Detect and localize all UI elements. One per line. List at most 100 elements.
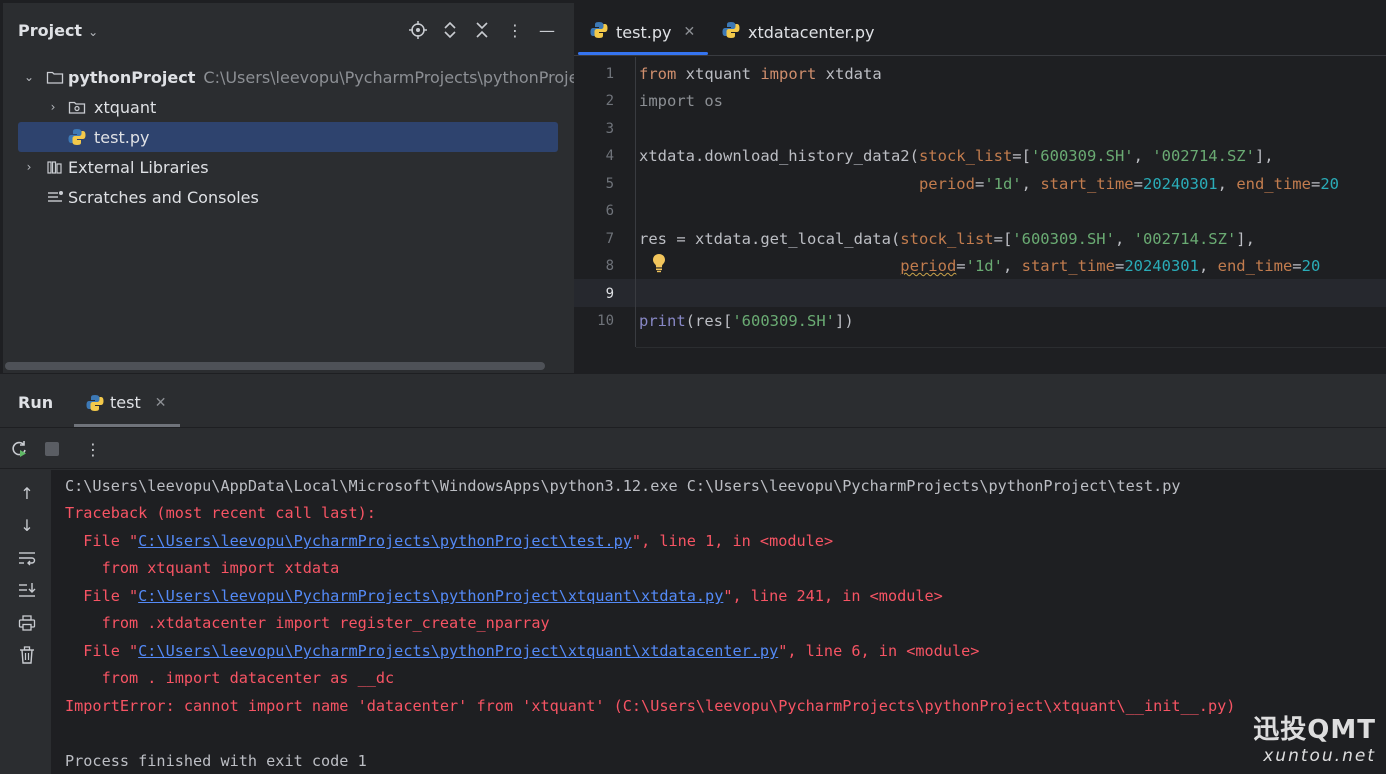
code-token: print: [639, 312, 686, 330]
folder-icon: [46, 68, 64, 86]
line-number-gutter: 1 2 3 4 5 6 7 8 9 10: [574, 57, 636, 347]
tree-item-test-py[interactable]: test.py: [18, 122, 558, 152]
console-frame-2: File "C:\Users\leevopu\PycharmProjects\p…: [65, 587, 943, 605]
close-icon[interactable]: ✕: [683, 24, 695, 40]
code-token: xtdata: [816, 65, 882, 83]
console-code-2: from .xtdatacenter import register_creat…: [65, 614, 550, 632]
code-token: 20240301: [1124, 257, 1199, 275]
code-token: xtquant: [676, 65, 761, 83]
library-icon: [46, 158, 64, 176]
code-token: =: [1292, 257, 1302, 275]
console-output[interactable]: C:\Users\leevopu\AppData\Local\Microsoft…: [52, 470, 1386, 774]
line-number: 7: [605, 231, 614, 247]
code-token: '002714.SZ': [1133, 230, 1237, 248]
locate-file-icon[interactable]: [407, 19, 429, 41]
print-icon[interactable]: [16, 612, 38, 634]
code-token: 20: [1320, 175, 1339, 193]
tab-label: xtdatacenter.py: [748, 22, 875, 42]
code-token: '1d': [965, 257, 1003, 275]
line-number: 9: [605, 286, 614, 302]
code-token: ,: [1002, 257, 1022, 275]
code-line-5[interactable]: period='1d', start_time=20240301, end_ti…: [639, 175, 1339, 193]
code-token: ,: [1114, 230, 1134, 248]
tree-item-scratches[interactable]: Scratches and Consoles: [3, 182, 577, 212]
tab-test-py[interactable]: test.py ✕: [590, 17, 695, 47]
current-line-highlight: [574, 279, 1386, 307]
arrow-down-icon[interactable]: ↓: [16, 514, 38, 536]
editor-tab-bar: test.py ✕ xtdatacenter.py: [574, 3, 1386, 56]
run-tool-window: Run test ✕ ⋮ ↑ ↓ C:\Users\leevopu\AppDat…: [0, 373, 1386, 774]
scroll-to-end-icon[interactable]: [16, 579, 38, 601]
line-number: 10: [597, 313, 614, 329]
console-text: ", line 6, in <module>: [778, 642, 980, 660]
code-token: start_time: [1021, 257, 1115, 275]
code-line-1[interactable]: from xtquant import xtdata: [639, 65, 882, 83]
collapse-all-icon[interactable]: [471, 19, 493, 41]
line-number: 1: [605, 66, 614, 82]
line-number: 6: [605, 203, 614, 219]
code-token: 20: [1301, 257, 1321, 275]
stop-icon[interactable]: [42, 439, 62, 459]
python-file-icon: [68, 128, 86, 146]
project-view-selector[interactable]: Project ⌄: [18, 21, 98, 40]
tab-label: test.py: [616, 22, 672, 42]
code-token: ,: [1217, 175, 1237, 193]
chevron-right-icon[interactable]: ›: [21, 160, 37, 174]
line-number: 3: [605, 121, 614, 137]
tree-item-pythonproject[interactable]: ⌄ pythonProject C:\Users\leevopu\PycharmP…: [3, 62, 577, 92]
code-token: start_time: [1040, 175, 1134, 193]
trash-icon[interactable]: [16, 644, 38, 666]
lightbulb-icon[interactable]: [652, 253, 666, 277]
console-text: File ": [65, 642, 139, 660]
code-token: import: [760, 65, 817, 83]
chevron-right-icon[interactable]: ›: [45, 100, 61, 114]
tree-root-path: C:\Users\leevopu\PycharmProjects\pythonP…: [203, 67, 577, 87]
hide-panel-icon[interactable]: —: [536, 19, 558, 41]
file-link[interactable]: C:\Users\leevopu\PycharmProjects\pythonP…: [138, 532, 632, 550]
console-frame-1: File "C:\Users\leevopu\PycharmProjects\p…: [65, 532, 833, 550]
file-link[interactable]: C:\Users\leevopu\PycharmProjects\pythonP…: [138, 587, 723, 605]
tab-xtdatacenter-py[interactable]: xtdatacenter.py: [722, 17, 875, 47]
line-number: 2: [605, 93, 614, 109]
active-tab-indicator: [578, 52, 708, 55]
close-icon[interactable]: ✕: [155, 395, 167, 411]
code-token: (res[: [685, 312, 733, 330]
rerun-icon[interactable]: [9, 439, 29, 459]
run-tab-label: test: [110, 393, 141, 412]
console-code-1: from xtquant import xtdata: [65, 559, 340, 577]
python-file-icon: [722, 21, 740, 43]
expand-all-icon[interactable]: [439, 19, 461, 41]
code-line-2[interactable]: import os: [639, 92, 723, 110]
arrow-up-icon[interactable]: ↑: [16, 482, 38, 504]
code-line-8[interactable]: period='1d', start_time=20240301, end_ti…: [639, 257, 1320, 275]
code-line-7[interactable]: res = xtdata.get_local_data(stock_list=[…: [639, 230, 1255, 248]
console-text: ", line 241, in <module>: [723, 587, 943, 605]
code-token: stock_list: [918, 147, 1013, 165]
more-options-icon[interactable]: ⋮: [83, 439, 103, 459]
tree-item-external-libraries[interactable]: › External Libraries: [3, 152, 577, 182]
chevron-down-icon[interactable]: ⌄: [21, 70, 37, 84]
python-file-icon: [86, 394, 104, 412]
code-token: ],: [1254, 147, 1274, 165]
code-token: =: [956, 257, 966, 275]
code-token: 20240301: [1142, 175, 1218, 193]
tree-scratches-label: Scratches and Consoles: [68, 187, 259, 207]
tab-run-test[interactable]: test ✕: [86, 393, 166, 412]
horizontal-scrollbar[interactable]: [5, 362, 545, 370]
more-options-icon[interactable]: ⋮: [504, 19, 526, 41]
watermark-sub: xuntou.net: [1263, 746, 1376, 766]
console-text: File ": [65, 532, 139, 550]
code-line-4[interactable]: xtdata.download_history_data2(stock_list…: [639, 147, 1274, 165]
project-header: Project ⌄ ⋮ —: [3, 3, 574, 59]
code-token: period: [918, 175, 975, 193]
soft-wrap-icon[interactable]: [16, 547, 38, 569]
code-token: '600309.SH': [732, 312, 835, 330]
code-token: ,: [1198, 257, 1218, 275]
tree-item-xtquant[interactable]: › xtquant: [3, 92, 577, 122]
code-line-10[interactable]: print(res['600309.SH']): [639, 312, 854, 330]
file-link[interactable]: C:\Users\leevopu\PycharmProjects\pythonP…: [138, 642, 778, 660]
code-token: xtdata.download_history_data2(: [639, 147, 919, 165]
line-number: 5: [605, 176, 614, 192]
code-token: end_time: [1236, 175, 1311, 193]
